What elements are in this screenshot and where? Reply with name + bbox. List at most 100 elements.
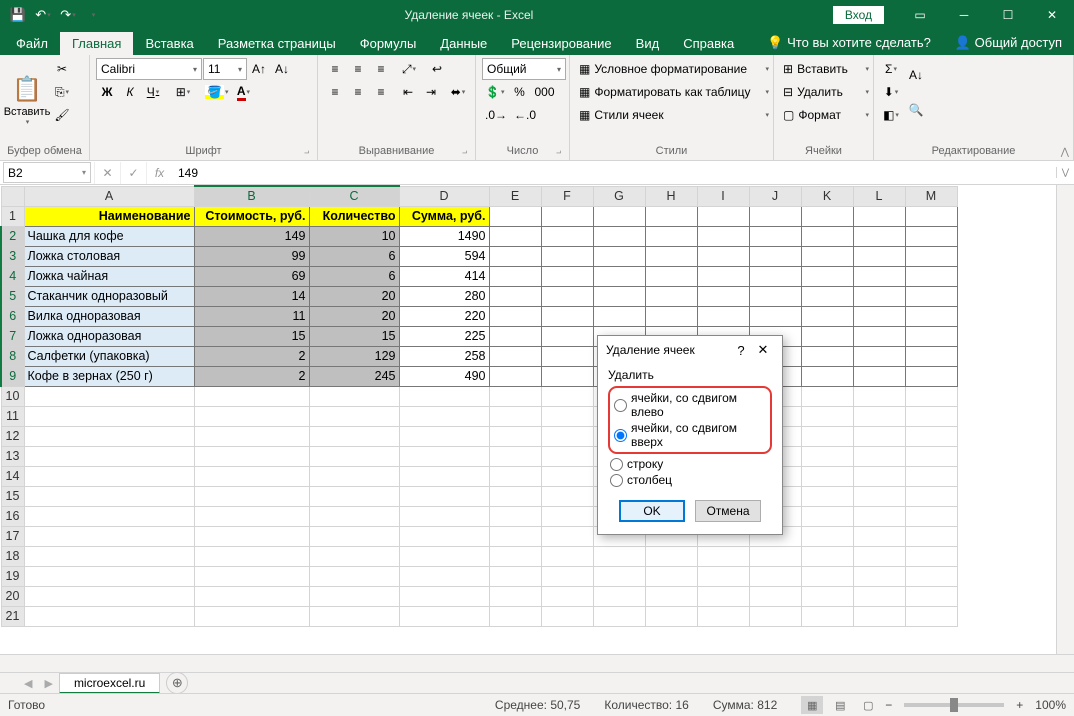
- cell[interactable]: [309, 606, 399, 626]
- tab-data[interactable]: Данные: [428, 32, 499, 55]
- cell[interactable]: [399, 546, 489, 566]
- clear-icon[interactable]: ◧▾: [880, 104, 902, 126]
- cell[interactable]: [697, 546, 749, 566]
- cell[interactable]: [593, 286, 645, 306]
- cell[interactable]: [309, 586, 399, 606]
- cell[interactable]: Количество: [309, 206, 399, 226]
- name-box[interactable]: B2▾: [3, 162, 91, 183]
- cell[interactable]: [309, 506, 399, 526]
- cell[interactable]: Стоимость, руб.: [194, 206, 309, 226]
- row-header[interactable]: 5: [1, 286, 24, 306]
- cell[interactable]: [645, 606, 697, 626]
- cell[interactable]: [645, 246, 697, 266]
- format-as-table-button[interactable]: ▦ Форматировать как таблицу▾: [576, 81, 772, 103]
- cell[interactable]: [399, 466, 489, 486]
- cell[interactable]: [24, 406, 194, 426]
- cell[interactable]: [905, 326, 957, 346]
- cell[interactable]: 594: [399, 246, 489, 266]
- cell[interactable]: [593, 606, 645, 626]
- row-header[interactable]: 15: [1, 486, 24, 506]
- cell[interactable]: [645, 266, 697, 286]
- comma-icon[interactable]: 000: [531, 81, 557, 103]
- row-header[interactable]: 20: [1, 586, 24, 606]
- cell[interactable]: [801, 206, 853, 226]
- row-header[interactable]: 19: [1, 566, 24, 586]
- cell[interactable]: 220: [399, 306, 489, 326]
- tab-review[interactable]: Рецензирование: [499, 32, 623, 55]
- cell[interactable]: [801, 486, 853, 506]
- cell[interactable]: [801, 566, 853, 586]
- cell[interactable]: [801, 586, 853, 606]
- cell[interactable]: [905, 386, 957, 406]
- cell[interactable]: 280: [399, 286, 489, 306]
- cell[interactable]: [645, 546, 697, 566]
- cell[interactable]: [853, 226, 905, 246]
- sort-filter-icon[interactable]: A↓: [905, 58, 927, 92]
- radio-column[interactable]: столбец: [608, 472, 772, 488]
- cell[interactable]: [541, 366, 593, 386]
- dec-decimal-icon[interactable]: ←.0: [511, 104, 539, 126]
- cell[interactable]: 15: [309, 326, 399, 346]
- cell[interactable]: Сумма, руб.: [399, 206, 489, 226]
- cell[interactable]: [905, 566, 957, 586]
- cell[interactable]: [399, 566, 489, 586]
- cell[interactable]: [541, 226, 593, 246]
- login-button[interactable]: Вход: [833, 6, 884, 24]
- cell[interactable]: [905, 366, 957, 386]
- cell[interactable]: [853, 546, 905, 566]
- cell[interactable]: [853, 206, 905, 226]
- radio-shift-left[interactable]: ячейки, со сдвигом влево: [612, 390, 768, 420]
- cell[interactable]: [593, 586, 645, 606]
- sheet-nav-prev-icon[interactable]: ◀: [18, 677, 38, 690]
- delete-cells-button[interactable]: ⊟ Удалить▾: [780, 81, 872, 103]
- cell[interactable]: [399, 526, 489, 546]
- cell[interactable]: 11: [194, 306, 309, 326]
- cell[interactable]: [801, 506, 853, 526]
- percent-icon[interactable]: %: [508, 81, 530, 103]
- cell[interactable]: 258: [399, 346, 489, 366]
- cell[interactable]: 2: [194, 366, 309, 386]
- cell[interactable]: [489, 266, 541, 286]
- increase-indent-icon[interactable]: ⇥: [420, 81, 442, 103]
- share-button[interactable]: 👤 Общий доступ: [943, 31, 1074, 55]
- cell[interactable]: [489, 206, 541, 226]
- zoom-in-icon[interactable]: +: [1016, 698, 1023, 712]
- cancel-button[interactable]: Отмена: [695, 500, 761, 522]
- cell[interactable]: [697, 606, 749, 626]
- cell[interactable]: [24, 466, 194, 486]
- cell[interactable]: [853, 286, 905, 306]
- cell[interactable]: [489, 566, 541, 586]
- cell[interactable]: [399, 606, 489, 626]
- cell[interactable]: [309, 426, 399, 446]
- cell[interactable]: [853, 606, 905, 626]
- zoom-out-icon[interactable]: −: [885, 698, 892, 712]
- cell[interactable]: [697, 266, 749, 286]
- cell[interactable]: [853, 466, 905, 486]
- save-icon[interactable]: 💾: [6, 3, 30, 27]
- cell[interactable]: [697, 206, 749, 226]
- cell[interactable]: [593, 266, 645, 286]
- cell[interactable]: Вилка одноразовая: [24, 306, 194, 326]
- cell[interactable]: [853, 326, 905, 346]
- zoom-level[interactable]: 100%: [1035, 698, 1066, 712]
- cell[interactable]: [697, 306, 749, 326]
- cell[interactable]: [541, 266, 593, 286]
- italic-button[interactable]: К: [119, 81, 141, 103]
- cell[interactable]: [541, 486, 593, 506]
- scrollbar-horizontal[interactable]: [0, 654, 1074, 672]
- cell[interactable]: [194, 406, 309, 426]
- conditional-formatting-button[interactable]: ▦ Условное форматирование▾: [576, 58, 772, 80]
- row-header[interactable]: 12: [1, 426, 24, 446]
- cell[interactable]: [489, 346, 541, 366]
- cell[interactable]: [801, 426, 853, 446]
- cell[interactable]: [541, 326, 593, 346]
- wrap-text-icon[interactable]: ↩: [426, 58, 448, 80]
- cell[interactable]: [399, 426, 489, 446]
- scrollbar-vertical[interactable]: [1056, 185, 1074, 654]
- cell[interactable]: [645, 206, 697, 226]
- select-all[interactable]: [1, 186, 24, 206]
- cell[interactable]: [697, 586, 749, 606]
- cell[interactable]: [309, 546, 399, 566]
- radio-row[interactable]: строку: [608, 456, 772, 472]
- qat-customize-icon[interactable]: ▾: [81, 3, 105, 27]
